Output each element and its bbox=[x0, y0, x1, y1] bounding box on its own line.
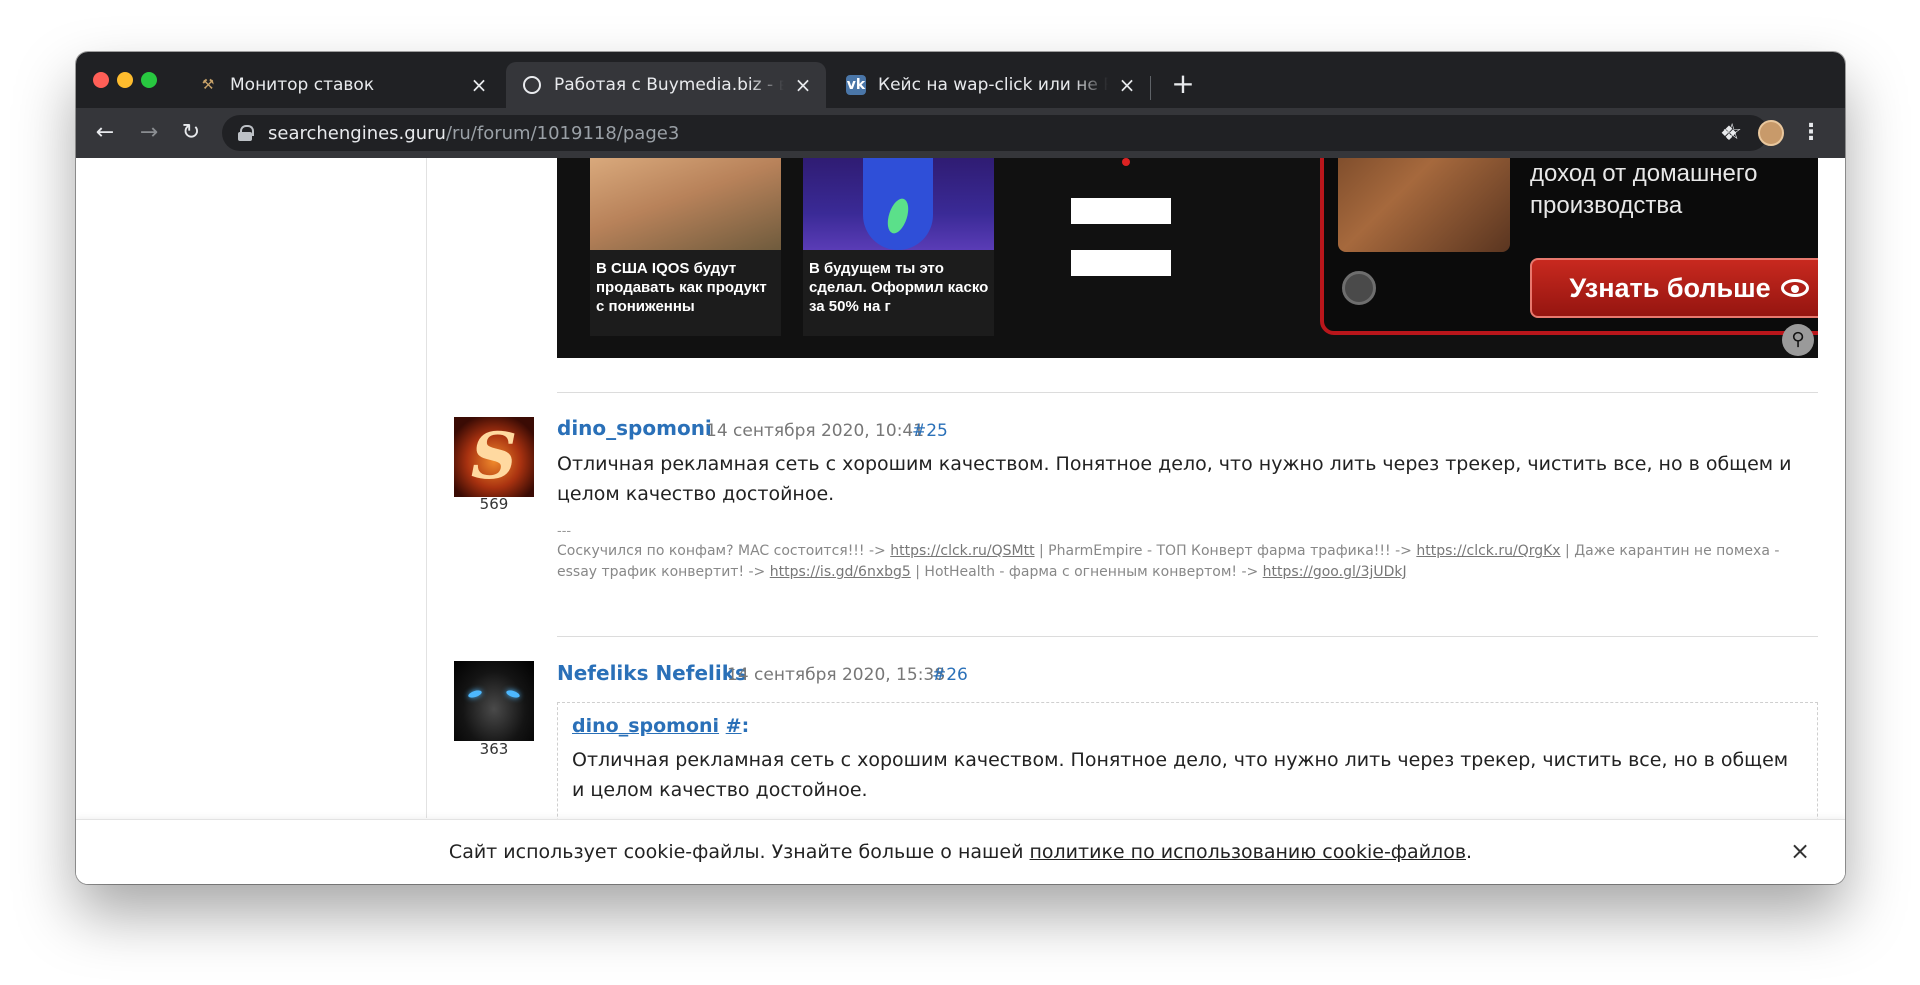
cookie-policy-link[interactable]: политике по использованию cookie-файлов bbox=[1029, 841, 1466, 863]
quote-anchor-link[interactable]: # bbox=[726, 715, 742, 737]
post-divider bbox=[557, 392, 1818, 393]
quote-header: dino_spomoni #: bbox=[572, 715, 750, 737]
close-window-button[interactable] bbox=[93, 72, 109, 88]
close-icon[interactable]: × bbox=[1787, 838, 1813, 864]
page-content: В США IQOS будут продавать как продукт с… bbox=[76, 158, 1845, 884]
ad-card-kasko[interactable]: В будущем ты это сделал. Оформил каско з… bbox=[803, 158, 994, 336]
post-body: Отличная рекламная сеть с хорошим качест… bbox=[557, 453, 1792, 505]
signature-link[interactable]: https://goo.gl/3jUDkJ bbox=[1263, 564, 1407, 580]
post-author-link[interactable]: Nefeliks Nefeliks bbox=[557, 661, 747, 685]
tab-separator bbox=[1150, 76, 1151, 100]
browser-window: ⚒ Монитор ставок × Работая с Buymedia.bi… bbox=[76, 52, 1845, 884]
close-icon[interactable]: × bbox=[470, 75, 488, 95]
address-bar[interactable]: searchengines.guru/ru/forum/1019118/page… bbox=[222, 115, 1768, 151]
cookie-message: Сайт использует cookie-файлы. Узнайте бо… bbox=[448, 841, 1473, 863]
ad-caption: В будущем ты это сделал. Оформил каско з… bbox=[809, 260, 989, 315]
ad-learn-more-button[interactable]: Узнать больше bbox=[1530, 258, 1818, 318]
profile-avatar[interactable] bbox=[1758, 120, 1784, 146]
tab-monitor[interactable]: ⚒ Монитор ставок × bbox=[182, 62, 502, 108]
minimize-window-button[interactable] bbox=[117, 72, 133, 88]
close-icon[interactable]: × bbox=[1118, 75, 1136, 95]
reload-icon[interactable]: ↻ bbox=[174, 116, 208, 150]
forward-arrow-icon[interactable]: → bbox=[132, 116, 166, 150]
url-host: searchengines.guru bbox=[268, 122, 446, 144]
hammer-icon: ⚒ bbox=[201, 77, 215, 93]
post-author-link[interactable]: dino_spomoni bbox=[557, 416, 712, 440]
url-path: /ru/forum/1019118/page3 bbox=[445, 122, 680, 144]
signature-link[interactable]: https://is.gd/6nxbg5 bbox=[770, 564, 911, 580]
sidebar-divider bbox=[426, 158, 427, 818]
tab-strip: ⚒ Монитор ставок × Работая с Buymedia.bi… bbox=[76, 52, 1845, 108]
cookie-banner: Сайт использует cookie-файлы. Узнайте бо… bbox=[76, 819, 1845, 884]
signature-separator: --- bbox=[557, 524, 572, 539]
tab-wapclick[interactable]: vk Кейс на wap-click или не Росс × bbox=[830, 62, 1150, 108]
post-number-link[interactable]: #26 bbox=[932, 665, 968, 685]
ad-caption: В США IQOS будут продавать как продукт с… bbox=[596, 260, 767, 315]
tab-title: Кейс на wap-click или не Росс bbox=[878, 75, 1108, 95]
ad-photo bbox=[1338, 158, 1510, 252]
magnifier-icon[interactable]: ⚲ bbox=[1782, 324, 1814, 356]
quote-body: Отличная рекламная сеть с хорошим качест… bbox=[572, 749, 1789, 801]
kebab-menu-icon[interactable]: ⋮ bbox=[1794, 116, 1828, 150]
ad-logo-icon bbox=[1342, 271, 1376, 305]
post-divider bbox=[557, 636, 1818, 637]
post-signature: Соскучился по конфам? MAC состоится!!! -… bbox=[557, 543, 1780, 580]
maximize-window-button[interactable] bbox=[141, 72, 157, 88]
new-tab-button[interactable]: + bbox=[1166, 68, 1200, 102]
back-arrow-icon[interactable]: ← bbox=[88, 116, 122, 150]
post-date: 14 сентября 2020, 15:38 bbox=[727, 665, 946, 685]
avatar[interactable]: S bbox=[454, 417, 534, 497]
quote-author-link[interactable]: dino_spomoni bbox=[572, 715, 719, 737]
avatar[interactable] bbox=[454, 661, 534, 741]
search-icon bbox=[522, 75, 542, 95]
ad-placeholder-bar bbox=[1071, 198, 1171, 224]
tab-title: Монитор ставок bbox=[230, 75, 375, 95]
tab-title: Работая с Buymedia.biz - вы р bbox=[554, 75, 784, 95]
ad-promo-text: доход от домашнего производства bbox=[1530, 160, 1758, 219]
close-icon[interactable]: × bbox=[794, 75, 812, 95]
lock-icon bbox=[238, 125, 254, 141]
tab-buymedia[interactable]: Работая с Buymedia.biz - вы р × bbox=[506, 62, 826, 108]
ad-image bbox=[803, 158, 994, 250]
ad-card-iqos[interactable]: В США IQOS будут продавать как продукт с… bbox=[590, 158, 781, 336]
ad-placeholder-bar bbox=[1071, 250, 1171, 276]
post-number-link[interactable]: #25 bbox=[912, 421, 948, 441]
ad-banner[interactable]: В США IQOS будут продавать как продукт с… bbox=[557, 158, 1818, 358]
extensions-puzzle-icon[interactable]: ❖ bbox=[1712, 116, 1746, 150]
ad-promo-frame[interactable]: доход от домашнего производства Узнать б… bbox=[1320, 158, 1818, 335]
browser-toolbar: ← → ↻ searchengines.guru/ru/forum/101911… bbox=[76, 108, 1845, 158]
user-post-count: 569 bbox=[479, 495, 509, 513]
signature-link[interactable]: https://clck.ru/QSMtt bbox=[890, 543, 1034, 559]
post-date: 14 сентября 2020, 10:41 bbox=[706, 421, 925, 441]
eye-icon bbox=[1780, 279, 1809, 297]
signature-link[interactable]: https://clck.ru/QrgKx bbox=[1416, 543, 1560, 559]
ad-image bbox=[590, 158, 781, 250]
user-post-count: 363 bbox=[479, 740, 509, 758]
vk-icon: vk bbox=[846, 75, 866, 95]
ad-indicator-dot bbox=[1122, 158, 1130, 166]
